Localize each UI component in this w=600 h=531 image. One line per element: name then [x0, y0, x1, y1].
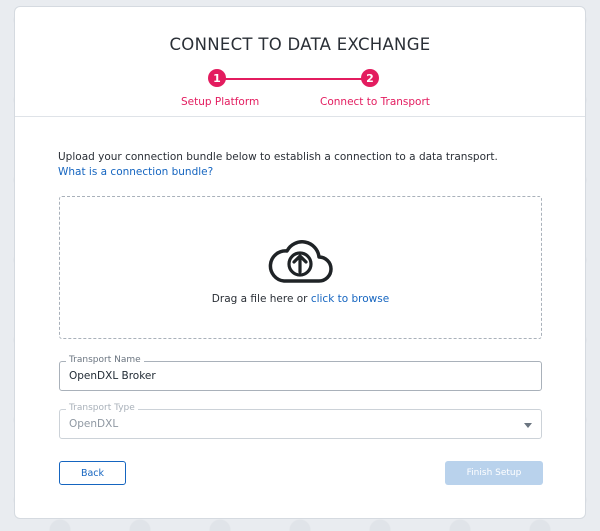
back-button[interactable]: Back: [59, 461, 126, 485]
transport-type-value: OpenDXL: [69, 418, 119, 430]
transport-name-label: Transport Name: [66, 355, 144, 365]
transport-name-field[interactable]: Transport Name OpenDXL Broker: [59, 355, 542, 391]
transport-type-label: Transport Type: [66, 403, 138, 413]
step-1-label: Setup Platform: [181, 96, 260, 108]
chevron-down-icon: [524, 423, 532, 428]
page-title: CONNECT TO DATA EXCHANGE: [169, 35, 431, 54]
dropzone-instruction: Drag a file here or: [211, 293, 308, 305]
intro-description: Upload your connection bundle below to e…: [58, 151, 498, 163]
step-1-indicator: 1: [208, 69, 226, 87]
step-2-indicator: 2: [361, 69, 379, 87]
cloud-upload-icon: [268, 240, 333, 283]
dropzone-text: Drag a file here or click to browse: [60, 293, 541, 305]
transport-name-value: OpenDXL Broker: [69, 370, 156, 382]
stepper-connector: [217, 78, 370, 80]
finish-setup-button: Finish Setup: [445, 461, 543, 485]
connection-bundle-help-link[interactable]: What is a connection bundle?: [58, 166, 213, 178]
dialog-header: CONNECT TO DATA EXCHANGE 1 2 Setup Platf…: [15, 7, 585, 117]
step-2-label: Connect to Transport: [320, 96, 430, 108]
transport-type-select: Transport Type OpenDXL: [59, 403, 542, 439]
setup-dialog: CONNECT TO DATA EXCHANGE 1 2 Setup Platf…: [14, 6, 586, 519]
intro-text: Upload your connection bundle below to e…: [58, 150, 518, 180]
file-dropzone[interactable]: Drag a file here or click to browse: [59, 196, 542, 339]
browse-link[interactable]: click to browse: [311, 293, 389, 305]
